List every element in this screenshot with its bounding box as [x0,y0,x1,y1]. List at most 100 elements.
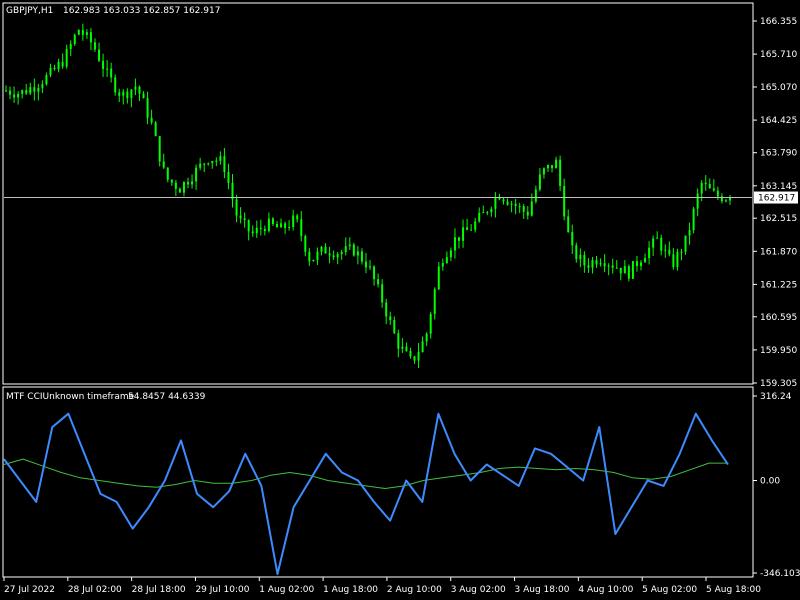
candle-body [623,266,626,274]
candle-body [93,42,96,50]
price-panel-frame [2,2,754,385]
candle-body [712,188,715,191]
candle-body [413,356,416,361]
candle-body [652,238,655,248]
candle-body [494,196,497,209]
price-tick-label: 165.070 [760,83,797,93]
indicator-tick-label: 0.00 [760,477,780,487]
candle-body [692,208,695,231]
candle-body [263,228,266,232]
candle-body [332,255,335,258]
candle-body [25,90,28,94]
candle-body [522,206,525,212]
candle-body [187,182,190,185]
candle-body [300,219,303,237]
candle-body [231,182,234,200]
indicator-layer [3,412,729,575]
candle-body [644,258,647,263]
candle-body [280,223,283,228]
candle-body [126,91,129,99]
candle-body [308,251,311,262]
candle-body [490,208,493,213]
candle-body [110,68,113,78]
candle-body [130,89,133,99]
candle-body [563,185,566,217]
candle-body [336,254,339,258]
candle-body [377,279,380,285]
candle-body [708,183,711,189]
candle-body [393,320,396,334]
candle-body [235,199,238,216]
time-x-ticks: 27 Jul 2022 28 Jul 02:00 28 Jul 18:00 29 Ju… [3,577,761,595]
candle-body [458,237,461,241]
indicator-label: MTF CCIUnknown timeframe [6,392,135,402]
price-tick-label: 163.145 [760,182,797,192]
candle-body [312,259,315,262]
candle-body [146,98,149,118]
candle-body [696,193,699,209]
candle-body [607,265,610,267]
candle-body [526,211,529,216]
candle-body [635,261,638,267]
candle-body [373,266,376,280]
candle-body [615,267,618,269]
candle-body [13,94,16,98]
candle-body [53,67,56,70]
candle-body [668,249,671,255]
candle-body [170,179,173,183]
candle-body [37,87,40,92]
candle-body [348,244,351,247]
candle-body [385,302,388,317]
candle-body [73,34,76,44]
time-tick-label: 4 Aug 10:00 [578,585,633,595]
candle-body [45,75,48,85]
candle-body [587,265,590,268]
candle-body [441,262,444,267]
candle-body [546,165,549,169]
candle-body [559,159,562,186]
candle-body [340,251,343,255]
candle-body [41,84,44,88]
candle-body [255,227,258,234]
candle-body [510,203,513,205]
current-price-label: 162.917 [758,194,795,204]
candle-body [356,251,359,256]
candle-body [251,231,254,234]
time-tick-label: 29 Jul 10:00 [195,585,249,595]
indicator-tick-label: -346.1036 [760,569,800,579]
candle-body [199,163,202,168]
trading-chart[interactable]: 162.917 166.355 165.710 165.070 164.425 163.… [0,0,800,600]
candle-body [506,201,509,205]
candle-body [555,159,558,169]
indicator-y-ticks: 316.24 0.00 -346.1036 [753,392,800,579]
candle-body [142,93,145,99]
candle-body [397,333,400,349]
candle-body [275,224,278,228]
candle-body [182,182,185,193]
candle-body [81,30,84,35]
candle-body [680,251,683,253]
candle-body [704,182,707,184]
candle-body [65,48,68,67]
candle-body [219,156,222,161]
candle-body [106,68,109,70]
candle-body [664,249,667,251]
candle-body [478,212,481,222]
candle-body [344,246,347,252]
candle-body [551,165,554,169]
candle-body [364,261,367,268]
candle-body [320,246,323,252]
candle-body [360,251,363,262]
candle-body [223,156,226,173]
candle-body [154,122,157,137]
candle-body [716,190,719,197]
candle-body [567,216,570,233]
candle-body [150,117,153,123]
candle-body [158,136,161,162]
indicator-tick-label: 316.24 [760,392,792,402]
candle-body [445,257,448,263]
candle-body [595,260,598,265]
chart-canvas[interactable]: 162.917 166.355 165.710 165.070 164.425 163.… [0,0,800,600]
candle-body [599,263,602,265]
candle-body [29,87,32,94]
